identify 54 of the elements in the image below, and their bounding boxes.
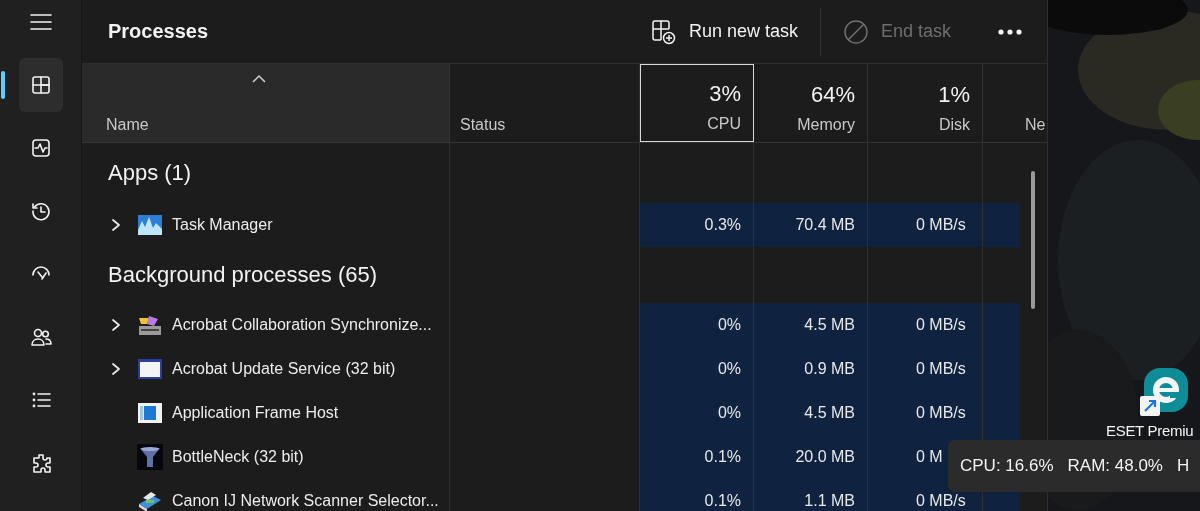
process-name: Acrobat Collaboration Synchronize...: [172, 316, 432, 334]
group-header: Background processes (65): [108, 262, 378, 288]
app-icon: [137, 356, 163, 382]
process-name: Acrobat Update Service (32 bit): [172, 360, 396, 378]
shortcut-label[interactable]: ESET Premiu: [1106, 422, 1194, 439]
table-cell: 4.5 MB: [804, 316, 855, 334]
table-cell-text: 0 MB/s: [916, 492, 967, 510]
column-header[interactable]: 3% CPU: [640, 64, 754, 142]
column-header[interactable]: Ne: [983, 64, 1047, 142]
table-cell: 4.5 MB: [804, 404, 855, 422]
app-icon: [137, 400, 163, 426]
tooltip-text: RAM: 48.0%: [1067, 456, 1163, 476]
history-icon: [29, 200, 52, 222]
table-cell: 0%: [717, 360, 741, 378]
process-name: Canon IJ Network Scanner Selector...: [172, 492, 439, 510]
column-header[interactable]: 64% Memory: [754, 64, 868, 142]
table-cell: 0.9 MB: [804, 360, 855, 378]
new-task-icon: [650, 18, 677, 45]
expand-chevron-icon[interactable]: [109, 362, 123, 376]
table-cell: 70.4 MB: [795, 216, 855, 234]
more-icon: [997, 27, 1023, 36]
table-cell-text: 0 MB/s: [916, 216, 967, 234]
table-cell: 0%: [717, 404, 741, 422]
process-name: Application Frame Host: [172, 404, 339, 422]
expand-chevron-icon[interactable]: [109, 218, 123, 232]
pulse-icon: [29, 137, 52, 159]
process-name: BottleNeck (32 bit): [172, 448, 304, 466]
app-icon: [137, 444, 163, 470]
column-header[interactable]: Status: [450, 64, 640, 142]
tooltip-text: CPU: 16.6%: [960, 456, 1054, 476]
table-cell-text: 0 MB/s: [916, 316, 967, 334]
group-header: Apps (1): [108, 160, 192, 186]
blocked-icon: [842, 18, 869, 45]
table-cell-text: 0 MB/s: [916, 404, 967, 422]
table-cell-text: 0 MB/s: [916, 360, 967, 378]
table-cell: 1.1 MB: [804, 492, 855, 510]
selection-indicator: [0, 71, 5, 99]
tooltip-text: H: [1177, 456, 1190, 476]
table-cell: 0.3%: [704, 216, 741, 234]
column-header[interactable]: Name: [82, 64, 450, 142]
process-name: Task Manager: [172, 216, 273, 234]
page-title: Processes: [108, 20, 209, 43]
expand-chevron-icon[interactable]: [109, 318, 123, 332]
table-cell: 0%: [717, 316, 741, 334]
app-icon: [137, 212, 163, 238]
run-task-button[interactable]: Run new task: [644, 14, 804, 49]
users-icon: [29, 326, 52, 348]
column-header[interactable]: 1% Disk: [868, 64, 983, 142]
processes-icon: [29, 74, 52, 96]
sort-caret-icon: [251, 74, 267, 84]
table-cell: 20.0 MB: [795, 448, 855, 466]
table-cell: 0.1%: [704, 492, 741, 510]
table-cell: 0.1%: [704, 448, 741, 466]
scrollbar[interactable]: [1031, 171, 1035, 309]
